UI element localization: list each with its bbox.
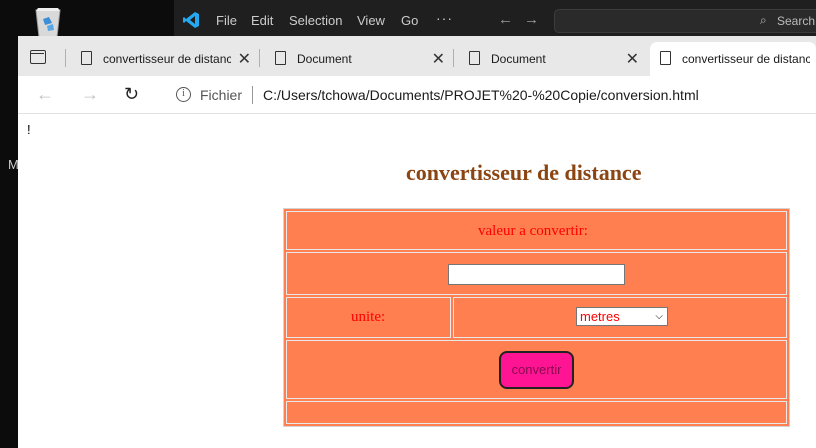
tab-converter-1[interactable]: convertisseur de distanc ✕ [71,42,259,76]
unit-label: unite: [351,309,386,325]
tab-title: Document [491,52,546,66]
tab-separator [453,49,454,67]
forward-button[interactable]: → [81,84,99,105]
document-icon [275,51,286,65]
page-title: convertisseur de distance [406,160,642,185]
menu-view[interactable]: View [357,13,385,28]
search-placeholder: Search [777,14,816,28]
tab-converter-active[interactable]: convertisseur de distanc [650,42,816,76]
close-icon[interactable]: ✕ [432,49,445,69]
tab-separator [259,49,260,67]
unit-label-cell: unite: [286,297,451,338]
refresh-button[interactable]: ↻ [124,84,139,105]
nav-forward-icon[interactable]: → [524,11,539,28]
result-cell [286,401,787,424]
tab-actions-icon[interactable] [30,50,46,64]
menu-selection[interactable]: Selection [289,13,342,28]
chevron-down-icon: ⌵ [655,311,663,322]
vscode-logo-icon [183,12,199,28]
tab-title: convertisseur de distanc [103,52,231,66]
document-icon [660,51,671,65]
vscode-title-bar: File Edit Selection View Go ··· ← → ⌕ Se… [174,0,816,40]
menu-edit[interactable]: Edit [251,13,273,28]
tab-title: Document [297,52,352,66]
back-button[interactable]: ← [36,84,54,105]
address-bar: ← → ↻ i Fichier C:/Users/tchowa/Document… [18,76,816,114]
tab-document-1[interactable]: Document ✕ [265,42,453,76]
nav-back-icon[interactable]: ← [498,11,513,28]
value-input[interactable] [448,264,625,285]
tab-document-2[interactable]: Document ✕ [459,42,647,76]
command-search-box[interactable]: ⌕ Search [554,9,816,33]
close-icon[interactable]: ✕ [626,49,639,69]
url-field[interactable]: C:/Users/tchowa/Documents/PROJET%20-%20C… [263,87,699,103]
search-icon: ⌕ [760,13,767,27]
address-separator [252,86,253,104]
convert-button[interactable]: convertir [499,351,574,389]
converter-table: valeur a convertir: unite: metres ⌵ conv… [283,208,790,427]
unit-select[interactable]: metres ⌵ [576,307,668,326]
tab-title: convertisseur de distanc [682,52,810,66]
page-content: ! convertisseur de distance valeur a con… [18,114,816,448]
close-icon[interactable]: ✕ [238,49,251,69]
document-icon [469,51,480,65]
tab-separator [65,49,66,67]
unit-select-value: metres [580,309,620,324]
browser-window: convertisseur de distanc ✕ Document ✕ Do… [18,36,816,448]
stray-text: ! [27,122,31,137]
value-label-cell: valeur a convertir: [286,211,787,250]
recycle-bin-icon[interactable] [28,4,68,38]
tab-strip: convertisseur de distanc ✕ Document ✕ Do… [18,36,816,76]
menu-go[interactable]: Go [401,13,418,28]
scheme-label: Fichier [200,87,243,103]
value-label: valeur a convertir: [478,223,588,239]
menu-file[interactable]: File [216,13,237,28]
info-icon[interactable]: i [176,87,191,102]
document-icon [81,51,92,65]
more-menu-icon[interactable]: ··· [436,10,453,26]
